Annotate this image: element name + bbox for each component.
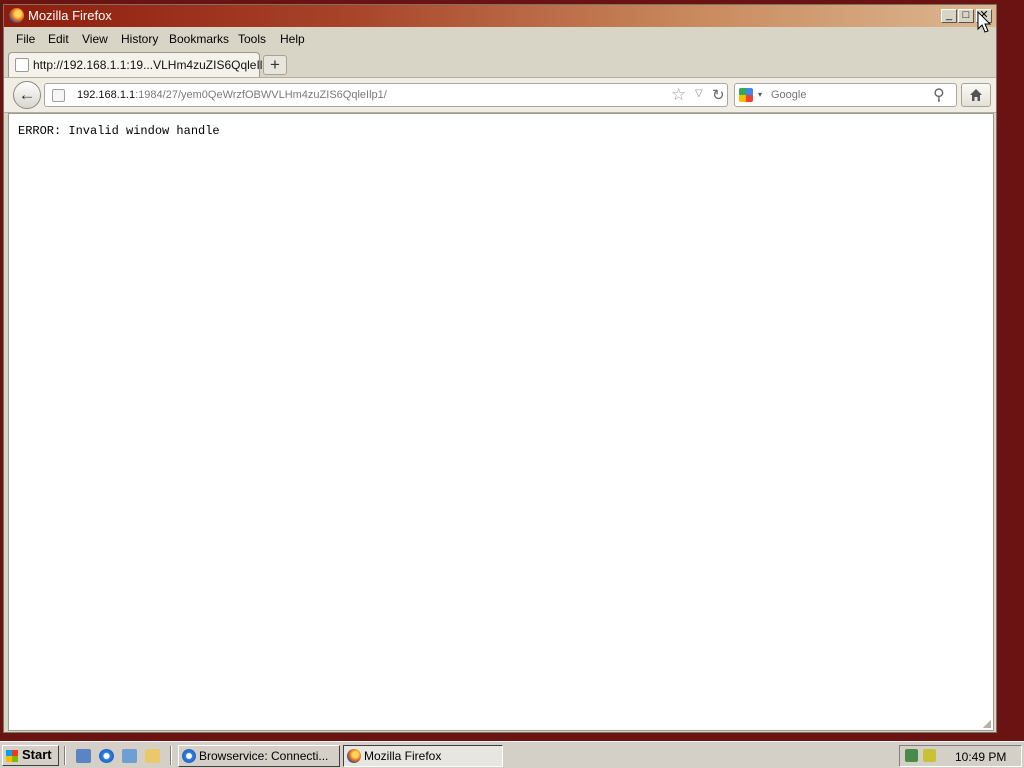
menu-bookmarks[interactable]: Bookmarks	[169, 32, 229, 46]
start-label: Start	[22, 747, 52, 762]
tab-title: http://192.168.1.1:19...VLHm4zuZIS6QqleI…	[33, 58, 280, 72]
search-magnifier-icon[interactable]: ⚲	[933, 85, 945, 105]
browser-window: Mozilla Firefox _ □ ✕ File Edit View His…	[3, 4, 997, 733]
home-button[interactable]	[961, 83, 991, 107]
site-identity-icon[interactable]	[52, 89, 65, 102]
page-content: ERROR: Invalid window handle	[8, 113, 994, 731]
start-button[interactable]: Start	[2, 745, 59, 766]
resize-grip[interactable]	[983, 720, 991, 728]
mouse-cursor-icon	[977, 11, 992, 33]
navigation-toolbar: ← 192.168.1.1:1984/27/yem0QeWrzfOBWVLHm4…	[4, 77, 996, 113]
home-icon	[970, 89, 982, 101]
google-icon[interactable]	[739, 88, 753, 102]
blank-page-icon	[15, 58, 29, 72]
title-bar[interactable]: Mozilla Firefox _ □ ✕	[4, 5, 996, 27]
network-tray-icon[interactable]	[905, 749, 918, 762]
reload-icon[interactable]: ↻	[712, 86, 725, 104]
error-message: ERROR: Invalid window handle	[18, 124, 220, 138]
search-engine-dropdown-icon[interactable]: ▾	[758, 90, 762, 99]
task-label: Browservice: Connecti...	[199, 749, 329, 763]
internet-explorer-icon[interactable]	[99, 749, 114, 763]
ie-window-icon	[182, 749, 196, 763]
minimize-button[interactable]: _	[941, 9, 957, 23]
menu-history[interactable]: History	[121, 32, 158, 46]
menu-view[interactable]: View	[82, 32, 108, 46]
tab-active[interactable]: http://192.168.1.1:19...VLHm4zuZIS6QqleI…	[8, 52, 279, 77]
system-tray: 10:49 PM	[899, 745, 1022, 767]
url-path: :1984/27/yem0QeWrzfOBWVLHm4zuZIS6QqleIlp…	[135, 89, 387, 101]
taskbar-separator	[170, 746, 172, 765]
new-tab-button[interactable]: +	[263, 55, 287, 75]
window-title: Mozilla Firefox	[28, 8, 112, 23]
explorer-folder-icon[interactable]	[145, 749, 160, 763]
menu-tools[interactable]: Tools	[238, 32, 266, 46]
tab-strip: http://192.168.1.1:19...VLHm4zuZIS6QqleI…	[4, 49, 996, 77]
maximize-button[interactable]: □	[958, 9, 974, 23]
firefox-logo-icon	[9, 8, 24, 23]
search-input[interactable]	[771, 87, 921, 103]
menu-edit[interactable]: Edit	[48, 32, 69, 46]
menu-help[interactable]: Help	[280, 32, 305, 46]
menu-bar: File Edit View History Bookmarks Tools H…	[4, 27, 996, 49]
network-icon[interactable]	[122, 749, 137, 763]
taskbar: Start Browservice: Connecti... Mozilla F…	[0, 741, 1024, 768]
security-tray-icon[interactable]	[923, 749, 936, 762]
menu-file[interactable]: File	[16, 32, 35, 46]
outlook-express-icon[interactable]	[76, 749, 91, 763]
url-text[interactable]: 192.168.1.1:1984/27/yem0QeWrzfOBWVLHm4zu…	[77, 89, 387, 101]
firefox-icon	[347, 749, 361, 763]
taskbar-separator	[64, 746, 66, 765]
windows-logo-icon	[6, 750, 18, 762]
clock[interactable]: 10:49 PM	[955, 750, 1006, 764]
task-label: Mozilla Firefox	[364, 749, 442, 763]
task-firefox[interactable]: Mozilla Firefox	[343, 745, 503, 767]
bookmark-star-icon[interactable]: ☆	[671, 85, 686, 105]
url-host: 192.168.1.1	[77, 89, 136, 101]
back-button[interactable]: ←	[13, 81, 41, 109]
search-bar[interactable]: ▾ ⚲	[734, 83, 957, 107]
task-browservice[interactable]: Browservice: Connecti...	[178, 745, 340, 767]
url-history-dropdown-icon[interactable]: ▽	[695, 88, 703, 99]
url-bar[interactable]: 192.168.1.1:1984/27/yem0QeWrzfOBWVLHm4zu…	[44, 83, 728, 107]
